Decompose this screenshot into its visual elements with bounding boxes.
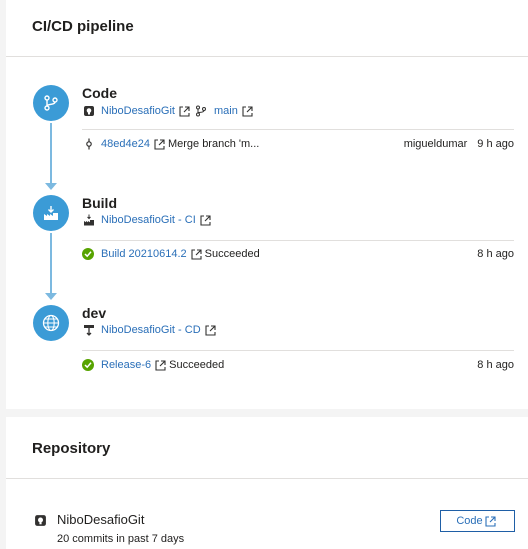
build-stage-links: NiboDesafioGit - CI [82,212,514,228]
globe-icon [42,314,60,332]
stage-connector [50,233,52,293]
repository-card: Repository NiboDesafioGit 20 commits in … [6,417,528,549]
repository-name: NiboDesafioGit [57,512,145,527]
external-link-icon[interactable] [191,248,202,260]
build-time: 8 h ago [477,248,514,260]
build-run-row: Build 20210614.2 Succeeded 8 h ago [82,246,514,262]
pipeline-card: CI/CD pipeline Code NiboDesafioGit main … [6,0,528,409]
code-row-divider [82,129,514,130]
build-status: Succeeded [204,248,260,260]
branch-icon [44,95,58,111]
release-pipeline-link[interactable]: NiboDesafioGit - CD [101,324,201,336]
external-link-icon[interactable] [242,105,253,117]
dev-stage-title: dev [82,305,107,321]
commit-message: Merge branch 'm... [167,138,260,150]
dev-row-divider [82,350,514,351]
code-button[interactable]: Code [440,510,515,532]
code-stage-links: NiboDesafioGit main [82,103,514,119]
release-row: Release-6 Succeeded 8 h ago [82,357,514,373]
code-branch-link[interactable]: main [214,105,238,117]
repository-commits: 20 commits in past 7 days [57,533,185,545]
commit-time: 9 h ago [477,138,514,150]
release-time: 8 h ago [477,359,514,371]
external-link-icon [485,515,496,527]
arrow-down-icon [45,183,57,190]
repo-icon [34,514,47,532]
external-link-icon[interactable] [200,214,211,226]
repo-icon [82,105,95,118]
build-small-icon [82,214,95,227]
success-icon [82,359,94,371]
branch-small-icon [195,105,208,118]
code-repo-link[interactable]: NiboDesafioGit [101,105,175,117]
code-stage-title: Code [82,85,117,101]
build-icon [44,206,58,220]
build-row-divider [82,240,514,241]
commit-icon [82,138,95,151]
build-pipeline-link[interactable]: NiboDesafioGit - CI [101,214,196,226]
pipeline-title-divider [6,56,528,57]
stage-connector [50,123,52,183]
build-stage-title: Build [82,195,117,211]
pipeline-title: CI/CD pipeline [32,18,134,35]
repository-title-divider [6,478,528,479]
repository-title: Repository [32,440,111,457]
release-link[interactable]: Release-6 [101,359,151,371]
external-link-icon[interactable] [179,105,190,117]
code-commit-row: 48ed4e24 Merge branch 'm... migueldumar … [82,136,514,152]
dev-stage-icon [33,305,69,341]
success-icon [82,248,94,260]
release-status: Succeeded [169,359,225,371]
code-stage-icon [33,85,69,121]
build-stage-icon [33,195,69,231]
arrow-down-icon [45,293,57,300]
commit-author: migueldumar [403,138,468,150]
external-link-icon[interactable] [205,324,216,336]
external-link-icon[interactable] [155,359,166,371]
release-icon [82,324,95,337]
build-run-link[interactable]: Build 20210614.2 [101,248,187,260]
external-link-icon[interactable] [154,138,165,150]
dev-stage-links: NiboDesafioGit - CD [82,322,514,338]
code-button-label: Code [456,515,483,527]
commit-id-link[interactable]: 48ed4e24 [101,138,150,150]
